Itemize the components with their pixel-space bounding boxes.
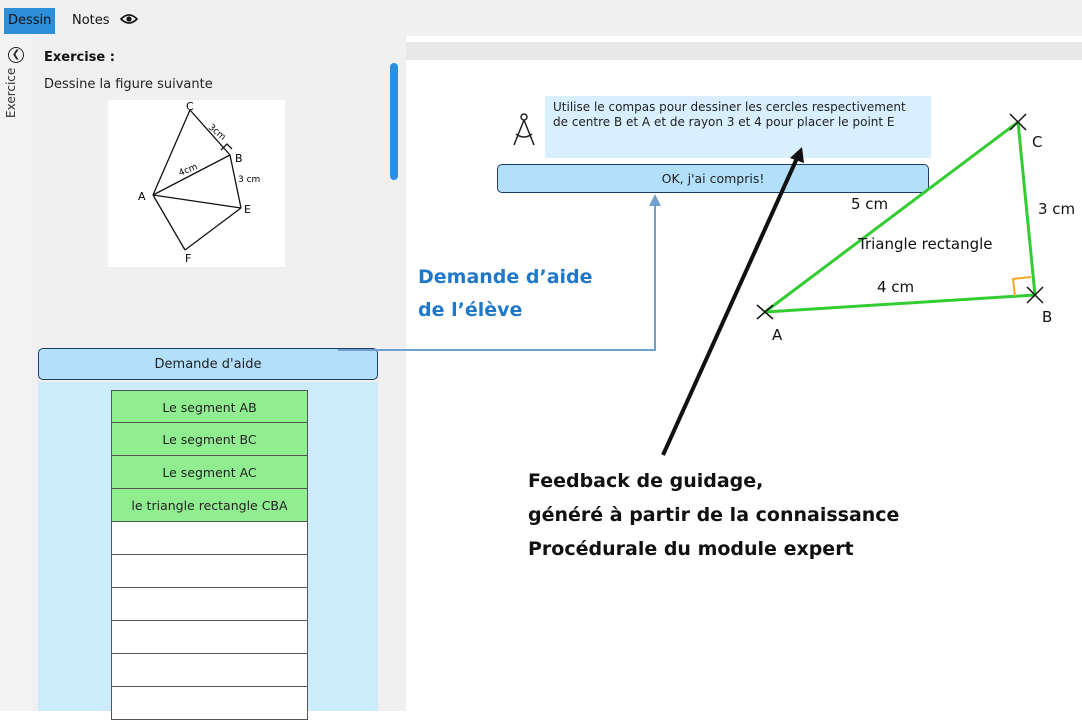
point-label-c: C — [1032, 133, 1043, 151]
point-label-a: A — [772, 326, 783, 344]
feedback-annotation-line1: Feedback de guidage, — [528, 470, 764, 492]
length-ac: 5 cm — [851, 195, 889, 213]
feedback-arrow — [661, 155, 800, 456]
feedback-annotation-line2: généré à partir de la connaissance — [528, 504, 900, 526]
help-annotation-line1: Demande d’aide — [418, 266, 593, 288]
feedback-annotation-line3: Procédurale du module expert — [528, 538, 854, 560]
help-annotation-line2: de l’élève — [418, 299, 523, 321]
figure-overlay — [338, 113, 1044, 456]
right-angle-mark — [1011, 276, 1032, 297]
length-bc: 3 cm — [1038, 200, 1076, 218]
help-arrow-head — [649, 194, 661, 206]
length-ab: 4 cm — [877, 278, 915, 296]
point-label-b: B — [1042, 308, 1053, 326]
triangle-label: Triangle rectangle — [858, 235, 993, 253]
